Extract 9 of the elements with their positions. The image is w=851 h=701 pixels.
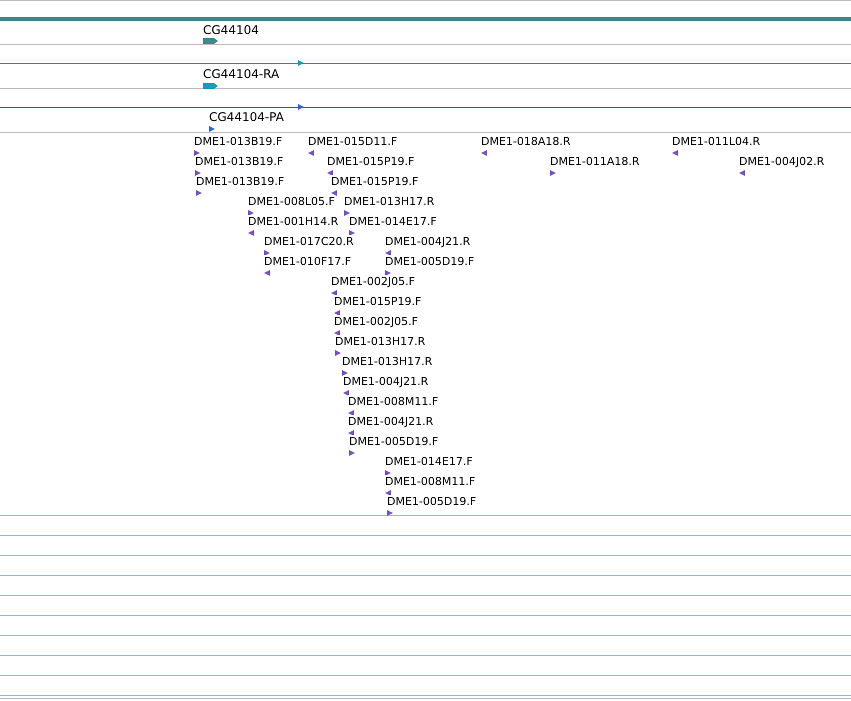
feature-label[interactable]: DME1-002J05.F xyxy=(334,315,418,329)
transcript-label[interactable]: CG44104-RA xyxy=(203,67,280,81)
feature-label[interactable]: DME1-002J05.F xyxy=(331,275,415,289)
transcript-label[interactable]: CG44104-PA xyxy=(209,110,284,124)
feature-label[interactable]: DME1-004J21.R xyxy=(348,415,434,429)
gene-label[interactable]: CG44104 xyxy=(203,23,259,37)
feature-label[interactable]: DME1-004J02.R xyxy=(739,155,824,169)
feature-label[interactable]: DME1-004J21.R xyxy=(385,235,470,249)
feature-label[interactable]: DME1-004J21.R xyxy=(343,375,428,389)
